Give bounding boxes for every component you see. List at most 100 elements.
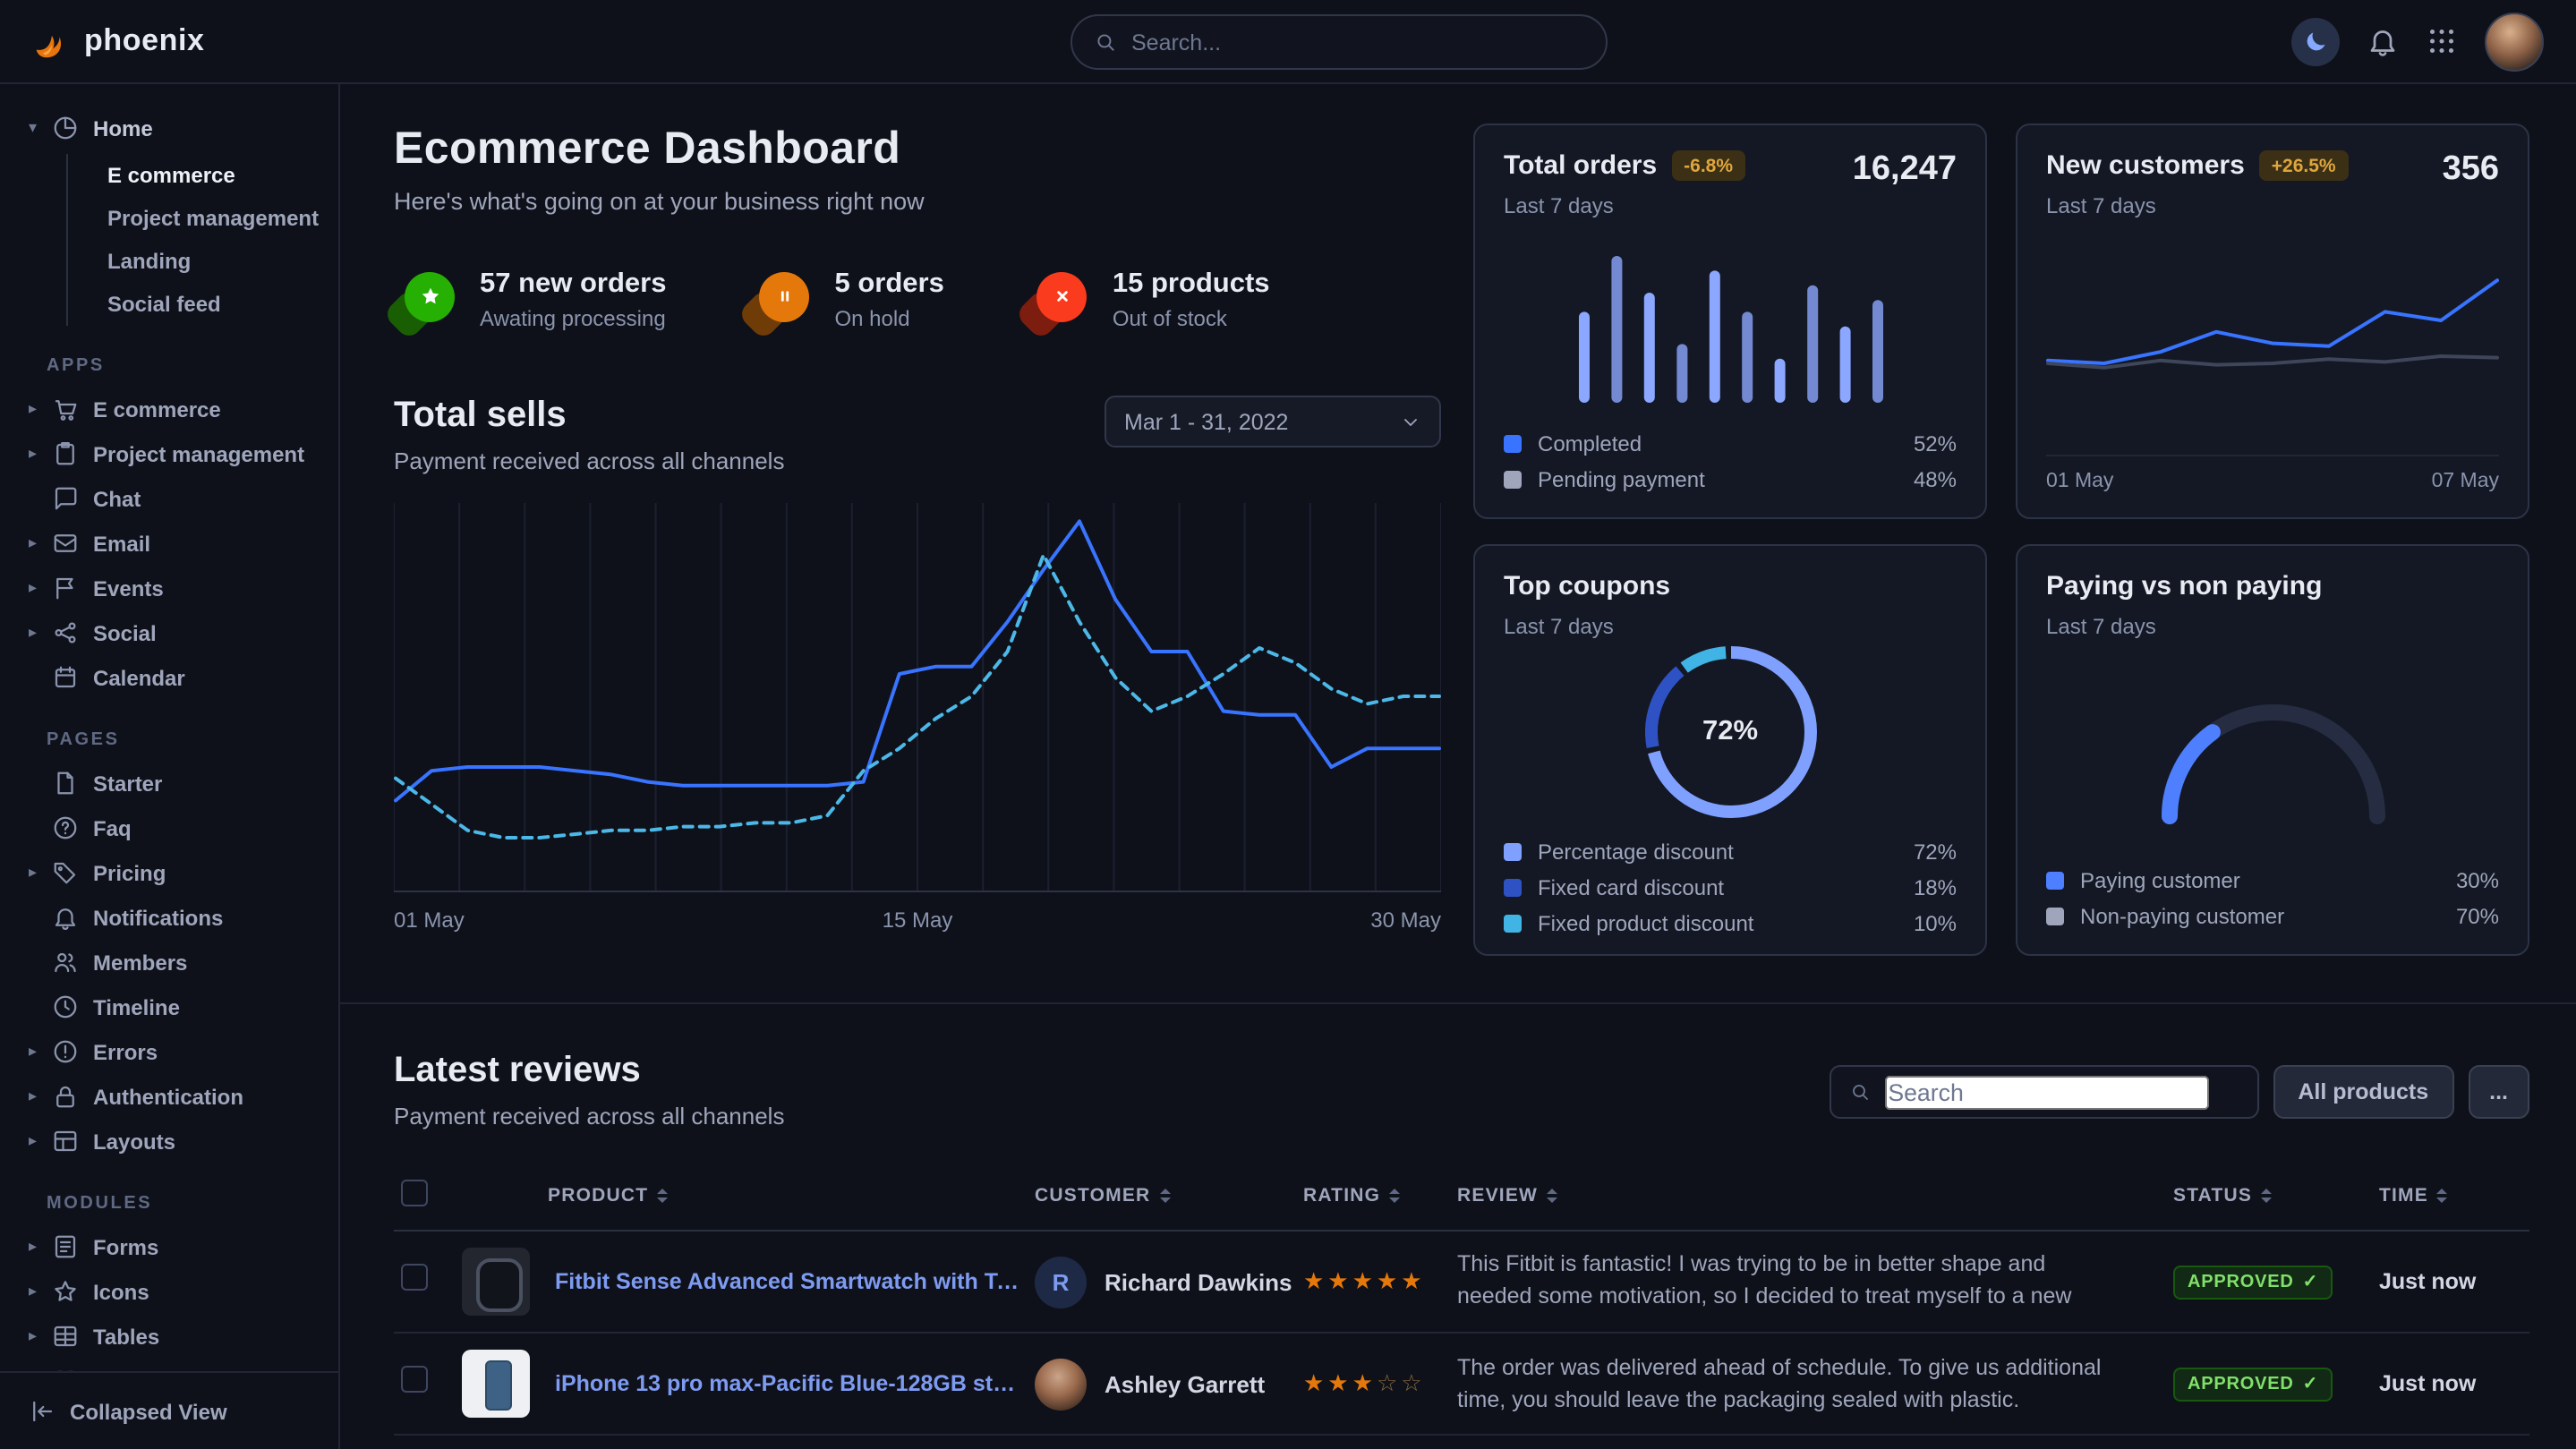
app-window: phoenix Home E commerce Project manageme… xyxy=(0,0,2576,1449)
star-icon xyxy=(418,285,441,308)
question-icon xyxy=(52,814,79,841)
collapsed-view-button[interactable]: Collapsed View xyxy=(29,1389,227,1434)
legend-swatch xyxy=(1504,843,1522,861)
global-search-input[interactable] xyxy=(1131,30,1584,55)
sidebar-item-landing[interactable]: Landing xyxy=(107,240,324,283)
product-image-iphone xyxy=(462,1350,530,1418)
sort-icon[interactable] xyxy=(2437,1189,2448,1203)
all-products-button[interactable]: All products xyxy=(2273,1065,2453,1119)
new-customers-line-chart xyxy=(2046,256,2499,417)
sidebar-item-events[interactable]: Events xyxy=(29,566,324,610)
check-icon: ✓ xyxy=(2303,1273,2319,1292)
bell-icon xyxy=(52,904,79,931)
sidebar-item-members[interactable]: Members xyxy=(29,940,324,984)
latest-reviews-section: Latest reviews Payment received across a… xyxy=(394,1051,2529,1449)
sidebar-item-errors[interactable]: Errors xyxy=(29,1029,324,1074)
total-orders-value: 16,247 xyxy=(1853,150,1957,190)
cart-icon xyxy=(52,396,79,422)
chevron-right-icon xyxy=(29,1088,52,1104)
chevron-down-icon xyxy=(29,120,52,136)
reviews-search[interactable] xyxy=(1829,1065,2258,1119)
document-icon xyxy=(52,770,79,797)
reviews-controls: All products ... xyxy=(1829,1065,2529,1119)
row-checkbox[interactable] xyxy=(401,1264,428,1291)
mail-icon xyxy=(52,530,79,557)
brand[interactable]: phoenix xyxy=(29,21,205,62)
apps-grid-icon[interactable] xyxy=(2426,25,2458,57)
collapse-icon xyxy=(29,1398,55,1425)
select-all-checkbox[interactable] xyxy=(401,1180,428,1206)
moon-icon xyxy=(2302,28,2329,55)
status-badge: APPROVED✓ xyxy=(2173,1266,2333,1300)
notifications-bell-icon[interactable] xyxy=(2367,25,2399,57)
sidebar-item-timeline[interactable]: Timeline xyxy=(29,984,324,1029)
paying-legend: Paying customer30% Non-paying customer70… xyxy=(2046,868,2499,929)
chevron-right-icon xyxy=(29,401,52,417)
search-icon xyxy=(1848,1081,1870,1103)
pause-icon xyxy=(773,285,797,308)
new-customers-card: New customers +26.5% Last 7 days 356 01 … xyxy=(2016,124,2529,519)
sidebar-section-pages: PAGES xyxy=(47,730,324,750)
sidebar-item-ecommerce-app[interactable]: E commerce xyxy=(29,387,324,431)
sidebar-item-email[interactable]: Email xyxy=(29,521,324,566)
stat-orders-on-hold: 5 orders On hold xyxy=(749,268,944,331)
paying-title: Paying vs non paying xyxy=(2046,571,2499,601)
sidebar-item-e-commerce[interactable]: E commerce xyxy=(107,154,324,197)
sort-icon[interactable] xyxy=(657,1189,668,1203)
sidebar-item-notifications[interactable]: Notifications xyxy=(29,895,324,940)
date-range-select[interactable]: Mar 1 - 31, 2022 xyxy=(1105,396,1441,447)
total-orders-title: Total orders xyxy=(1504,150,1657,181)
table-row: Fitbit Sense Advanced Smartwatch with To… xyxy=(394,1231,2529,1333)
sidebar-item-starter[interactable]: Starter xyxy=(29,761,324,805)
product-link[interactable]: Fitbit Sense Advanced Smartwatch with To… xyxy=(555,1269,1020,1294)
rating-stars: ★★★☆☆ xyxy=(1303,1369,1426,1396)
date-range-value: Mar 1 - 31, 2022 xyxy=(1124,409,1288,434)
total-sells-title: Total sells xyxy=(394,396,784,437)
total-orders-card: Total orders -6.8% Last 7 days 16,247 Co… xyxy=(1473,124,1987,519)
sidebar-item-forms[interactable]: Forms xyxy=(29,1224,324,1269)
reviews-search-input[interactable] xyxy=(1884,1075,2208,1109)
sidebar-item-calendar[interactable]: Calendar xyxy=(29,655,324,700)
sidebar-footer: Collapsed View xyxy=(0,1371,338,1449)
lock-icon xyxy=(52,1083,79,1110)
user-avatar[interactable] xyxy=(2485,12,2544,71)
chevron-right-icon xyxy=(29,1044,52,1060)
top-coupons-card: Top coupons Last 7 days 72% Percentage d… xyxy=(1473,544,1987,956)
share-icon xyxy=(52,619,79,646)
sort-icon[interactable] xyxy=(2261,1189,2272,1203)
sidebar-item-authentication[interactable]: Authentication xyxy=(29,1074,324,1119)
sort-icon[interactable] xyxy=(1159,1189,1170,1203)
product-link[interactable]: iPhone 13 pro max-Pacific Blue-128GB sto… xyxy=(555,1371,1020,1396)
check-icon: ✓ xyxy=(2303,1375,2319,1394)
sidebar-item-pricing[interactable]: Pricing xyxy=(29,850,324,895)
brand-name: phoenix xyxy=(84,23,205,59)
dark-mode-toggle[interactable] xyxy=(2291,17,2340,65)
sidebar-item-chat[interactable]: Chat xyxy=(29,476,324,521)
global-search[interactable] xyxy=(1070,14,1608,70)
calendar-icon xyxy=(52,664,79,691)
sidebar-item-project-management-app[interactable]: Project management xyxy=(29,431,324,476)
clipboard-icon xyxy=(52,440,79,467)
table-row-partial xyxy=(394,1435,2529,1449)
sort-icon[interactable] xyxy=(1547,1189,1557,1203)
chevron-right-icon xyxy=(29,446,52,462)
sidebar-item-icons[interactable]: Icons xyxy=(29,1269,324,1314)
sort-icon[interactable] xyxy=(1389,1189,1400,1203)
sidebar-item-social[interactable]: Social xyxy=(29,610,324,655)
sidebar-item-faq[interactable]: Faq xyxy=(29,805,324,850)
sidebar-item-tables[interactable]: Tables xyxy=(29,1314,324,1359)
chat-icon xyxy=(52,485,79,512)
row-checkbox[interactable] xyxy=(401,1366,428,1393)
status-badge: APPROVED✓ xyxy=(2173,1368,2333,1402)
chevron-right-icon xyxy=(29,535,52,551)
top-coupons-donut-chart: 72% xyxy=(1644,646,1816,818)
more-options-button[interactable]: ... xyxy=(2468,1065,2529,1119)
product-image-smartwatch xyxy=(462,1248,530,1316)
paying-card: Paying vs non paying Last 7 days Paying … xyxy=(2016,544,2529,956)
sidebar-item-home[interactable]: Home xyxy=(29,106,324,150)
sidebar-item-layouts[interactable]: Layouts xyxy=(29,1119,324,1163)
sidebar-item-project-management[interactable]: Project management xyxy=(107,197,324,240)
sidebar-item-social-feed[interactable]: Social feed xyxy=(107,283,324,326)
chevron-right-icon xyxy=(29,1328,52,1344)
dashboard-left-column: Ecommerce Dashboard Here's what's going … xyxy=(394,124,1441,956)
